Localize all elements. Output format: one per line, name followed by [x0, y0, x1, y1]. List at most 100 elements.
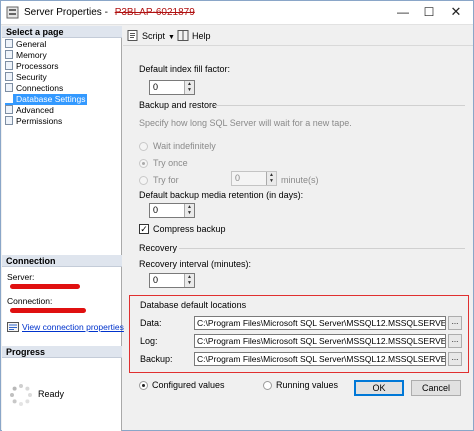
try-for-label: Try for [153, 175, 179, 185]
compress-backup-checkbox[interactable]: ✓ [139, 224, 149, 234]
backup-hint: Specify how long SQL Server will wait fo… [139, 118, 352, 128]
stepper-arrows[interactable]: ▲ ▼ [184, 81, 194, 94]
sidebar-item-connections[interactable]: Connections [5, 83, 117, 94]
help-icon [177, 30, 189, 41]
stepper-arrows[interactable]: ▲ ▼ [184, 204, 194, 217]
group-divider [215, 105, 465, 106]
retention-stepper[interactable]: 0 ▲ ▼ [149, 203, 195, 218]
window-title-label: Server Properties - [24, 7, 111, 18]
connection-label: Connection: [7, 296, 53, 306]
backup-path-input[interactable]: C:\Program Files\Microsoft SQL Server\MS… [194, 352, 446, 366]
page-icon [5, 61, 13, 70]
fill-factor-value: 0 [153, 82, 159, 92]
data-path-label: Data: [140, 318, 162, 328]
chevron-down-icon: ▼ [187, 210, 192, 216]
page-icon [5, 116, 13, 125]
try-once-label: Try once [153, 158, 188, 168]
running-values-label: Running values [276, 380, 339, 390]
try-once-radio[interactable] [139, 159, 148, 168]
sidebar-item-label: General [16, 39, 47, 49]
recovery-interval-stepper[interactable]: 0 ▲ ▼ [149, 273, 195, 288]
script-button[interactable]: Script ▼ [127, 29, 175, 43]
page-icon [5, 39, 13, 48]
cancel-button[interactable]: Cancel [411, 380, 461, 396]
chevron-down-icon: ▼ [187, 87, 192, 93]
data-path-input[interactable]: C:\Program Files\Microsoft SQL Server\MS… [194, 316, 446, 330]
sidebar-item-label: Connections [16, 83, 64, 93]
view-connection-properties-text: View connection properties [22, 322, 124, 332]
configured-values-label: Configured values [152, 380, 225, 390]
log-browse-button[interactable]: ... [448, 334, 462, 348]
recovery-interval-value: 0 [153, 275, 159, 285]
select-page-heading: Select a page [2, 26, 122, 38]
sidebar-item-label: Memory [16, 50, 47, 60]
try-for-radio[interactable] [139, 176, 148, 185]
db-locations-heading: Database default locations [140, 300, 247, 310]
help-button-label: Help [192, 31, 211, 41]
ok-button[interactable]: OK [354, 380, 404, 396]
sidebar-item-security[interactable]: Security [5, 72, 117, 83]
sidebar-item-label: Processors [16, 61, 59, 71]
stepper-arrows[interactable]: ▲ ▼ [266, 172, 276, 185]
chevron-down-icon: ▼ [269, 178, 274, 184]
try-for-value: 0 [235, 173, 241, 183]
connection-heading: Connection [2, 255, 122, 267]
sidebar-item-permissions[interactable]: Permissions [5, 116, 117, 127]
fill-factor-stepper[interactable]: 0 ▲ ▼ [149, 80, 195, 95]
help-button[interactable]: Help [177, 29, 211, 43]
fill-factor-label: Default index fill factor: [139, 64, 231, 74]
wait-indefinitely-radio[interactable] [139, 142, 148, 151]
progress-status: Ready [38, 389, 65, 399]
backup-path-label: Backup: [140, 354, 173, 364]
page-icon [5, 105, 13, 114]
database-settings-page: Default index fill factor: 0 ▲ ▼ Backup a… [123, 47, 473, 390]
minimize-button[interactable]: — [390, 1, 416, 25]
try-for-stepper[interactable]: 0 ▲ ▼ [231, 171, 277, 186]
script-icon [127, 30, 138, 41]
log-path-input[interactable]: C:\Program Files\Microsoft SQL Server\MS… [194, 334, 446, 348]
toolbar: Script ▼ Help [123, 26, 473, 46]
window-title: Server Properties - P3BLAP-6021879 [24, 7, 195, 18]
recovery-interval-label: Recovery interval (minutes): [139, 259, 252, 269]
sidebar-item-label: Security [16, 72, 47, 82]
page-icon [5, 72, 13, 81]
sidebar-item-advanced[interactable]: Advanced [5, 105, 117, 116]
group-divider [179, 248, 465, 249]
chevron-down-icon: ▼ [168, 34, 175, 41]
page-icon [5, 83, 13, 92]
data-browse-button[interactable]: ... [448, 316, 462, 330]
wait-indefinitely-label: Wait indefinitely [153, 141, 216, 151]
compress-backup-label: Compress backup [153, 224, 226, 234]
page-icon [5, 94, 13, 103]
close-button[interactable]: ✕ [443, 1, 469, 25]
view-connection-properties-link[interactable]: View connection properties [7, 322, 124, 332]
minutes-label: minute(s) [281, 175, 319, 185]
sidebar-item-memory[interactable]: Memory [5, 50, 117, 61]
sidebar-item-general[interactable]: General [5, 39, 117, 50]
configured-values-radio[interactable] [139, 381, 148, 390]
progress-heading: Progress [2, 346, 122, 358]
database-default-locations-group: Database default locations Data: C:\Prog… [129, 295, 469, 373]
server-properties-window: Server Properties - P3BLAP-6021879 — ☐ ✕… [0, 0, 474, 431]
title-bar: Server Properties - P3BLAP-6021879 — ☐ ✕ [1, 1, 473, 25]
server-label: Server: [7, 272, 35, 282]
chevron-down-icon: ▼ [187, 280, 192, 286]
backup-browse-button[interactable]: ... [448, 352, 462, 366]
log-path-label: Log: [140, 336, 158, 346]
connection-properties-icon [7, 322, 19, 332]
running-values-radio[interactable] [263, 381, 272, 390]
recovery-heading: Recovery [139, 243, 178, 253]
sidebar-item-processors[interactable]: Processors [5, 61, 117, 72]
retention-label: Default backup media retention (in days)… [139, 190, 304, 200]
backup-restore-heading: Backup and restore [139, 100, 218, 110]
retention-value: 0 [153, 205, 159, 215]
sidebar-item-database-settings[interactable]: Database Settings [5, 94, 87, 105]
sidebar-item-label: Database Settings [16, 94, 86, 104]
maximize-button[interactable]: ☐ [416, 1, 442, 25]
redacted-server-name [10, 284, 80, 289]
progress-spinner-icon [10, 384, 32, 406]
stepper-arrows[interactable]: ▲ ▼ [184, 274, 194, 287]
window-title-server: P3BLAP-6021879 [114, 7, 195, 18]
server-icon [6, 6, 19, 19]
sidebar-item-label: Permissions [16, 116, 63, 126]
